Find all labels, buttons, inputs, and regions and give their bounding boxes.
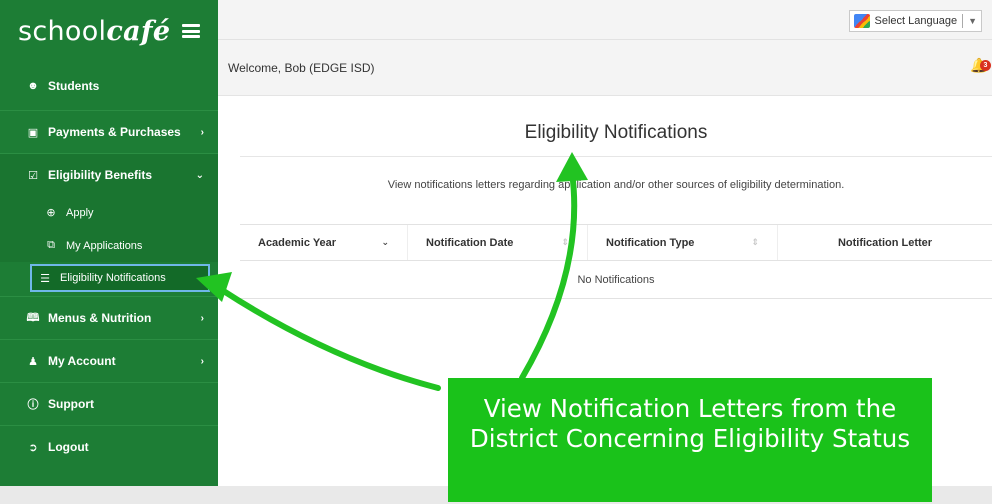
sidebar-item-label: Eligibility Benefits bbox=[48, 168, 153, 182]
column-header-notification-type[interactable]: Notification Type ⇕ bbox=[588, 225, 778, 260]
column-label: Notification Letter bbox=[837, 236, 933, 249]
sidebar-item-eligibility-benefits[interactable]: ☑ Eligibility Benefits ⌄ bbox=[0, 153, 218, 196]
sidebar-item-label: Logout bbox=[48, 440, 89, 454]
chevron-down-icon: ⌄ bbox=[381, 237, 389, 247]
notification-count-badge: 3 bbox=[980, 60, 991, 71]
sidebar-item-menus-nutrition[interactable]: 🕮 Menus & Nutrition › bbox=[0, 296, 218, 339]
user-icon: ♟ bbox=[28, 355, 38, 368]
divider bbox=[962, 14, 964, 28]
sidebar-item-label: Payments & Purchases bbox=[48, 125, 181, 139]
sidebar: schoolcafé ☻ Students ▣ Payments & Purch… bbox=[0, 0, 218, 486]
welcome-text: Welcome, Bob (EDGE ISD) bbox=[228, 61, 375, 75]
logo-row: schoolcafé bbox=[0, 0, 218, 62]
sidebar-item-label: Menus & Nutrition bbox=[48, 311, 152, 325]
money-icon: ▣ bbox=[27, 126, 39, 139]
check-square-icon: ☑ bbox=[28, 169, 38, 182]
info-icon: ⓘ bbox=[27, 399, 39, 411]
book-icon: 🕮 bbox=[26, 311, 40, 324]
sidebar-item-logout[interactable]: ➲ Logout bbox=[0, 425, 218, 468]
notifications-bell-icon[interactable]: 🔔 3 bbox=[970, 57, 991, 75]
sidebar-item-payments[interactable]: ▣ Payments & Purchases › bbox=[0, 110, 218, 153]
chevron-down-icon: ⌄ bbox=[195, 169, 204, 181]
table-empty-row: No Notifications bbox=[240, 261, 992, 299]
logo-prefix: school bbox=[18, 15, 107, 47]
sidebar-subitem-label: Eligibility Notifications bbox=[60, 272, 166, 284]
sidebar-item-label: Support bbox=[48, 397, 94, 411]
column-header-notification-letter[interactable]: Notification Letter bbox=[778, 225, 992, 260]
sidebar-subitem-my-applications[interactable]: ⧉ My Applications bbox=[0, 229, 218, 262]
chevron-right-icon: › bbox=[200, 312, 204, 324]
page-title: Eligibility Notifications bbox=[240, 122, 992, 157]
sidebar-subitem-label: My Applications bbox=[66, 239, 143, 252]
users-icon: ☻ bbox=[27, 80, 39, 92]
logo-script: café bbox=[106, 15, 171, 47]
google-translate-icon bbox=[853, 14, 870, 28]
page-description: View notifications letters regarding app… bbox=[387, 179, 845, 191]
sort-icon: ⇕ bbox=[561, 237, 569, 247]
sidebar-subitem-eligibility-notifications[interactable]: ☰ Eligibility Notifications bbox=[30, 264, 210, 292]
sign-out-icon: ➲ bbox=[28, 441, 38, 454]
sidebar-item-students[interactable]: ☻ Students bbox=[0, 62, 218, 110]
schoolcafe-logo[interactable]: schoolcafé bbox=[18, 16, 170, 47]
notifications-table: Academic Year ⌄ Notification Date ⇕ Noti… bbox=[240, 224, 992, 299]
sidebar-item-support[interactable]: ⓘ Support bbox=[0, 382, 218, 425]
table-header: Academic Year ⌄ Notification Date ⇕ Noti… bbox=[240, 224, 992, 261]
column-header-academic-year[interactable]: Academic Year ⌄ bbox=[240, 225, 408, 260]
sort-icon: ⇕ bbox=[751, 237, 759, 247]
copy-icon: ⧉ bbox=[47, 239, 55, 251]
language-select[interactable]: Select Language ▼ bbox=[848, 10, 982, 32]
top-bar: Select Language ▼ bbox=[218, 0, 992, 40]
sidebar-subitem-label: Apply bbox=[66, 206, 94, 219]
chevron-right-icon: › bbox=[200, 126, 204, 138]
column-label: Notification Type bbox=[606, 236, 695, 249]
language-select-label: Select Language bbox=[874, 15, 958, 27]
sidebar-item-label: Students bbox=[48, 79, 100, 93]
chevron-right-icon: › bbox=[200, 355, 204, 367]
list-icon: ☰ bbox=[40, 272, 50, 285]
sidebar-subitem-apply[interactable]: ⊕ Apply bbox=[0, 196, 218, 229]
column-header-notification-date[interactable]: Notification Date ⇕ bbox=[408, 225, 588, 260]
column-label: Academic Year bbox=[258, 236, 337, 249]
dropdown-arrow-icon: ▼ bbox=[968, 16, 977, 26]
plus-circle-icon: ⊕ bbox=[46, 207, 56, 219]
welcome-bar: Welcome, Bob (EDGE ISD) 🔔 3 bbox=[218, 40, 992, 96]
sidebar-item-my-account[interactable]: ♟ My Account › bbox=[0, 339, 218, 382]
column-label: Notification Date bbox=[426, 236, 514, 249]
sidebar-item-label: My Account bbox=[48, 354, 116, 368]
menu-toggle-icon[interactable] bbox=[182, 24, 200, 38]
callout-box: View Notification Letters from the Distr… bbox=[448, 378, 932, 502]
